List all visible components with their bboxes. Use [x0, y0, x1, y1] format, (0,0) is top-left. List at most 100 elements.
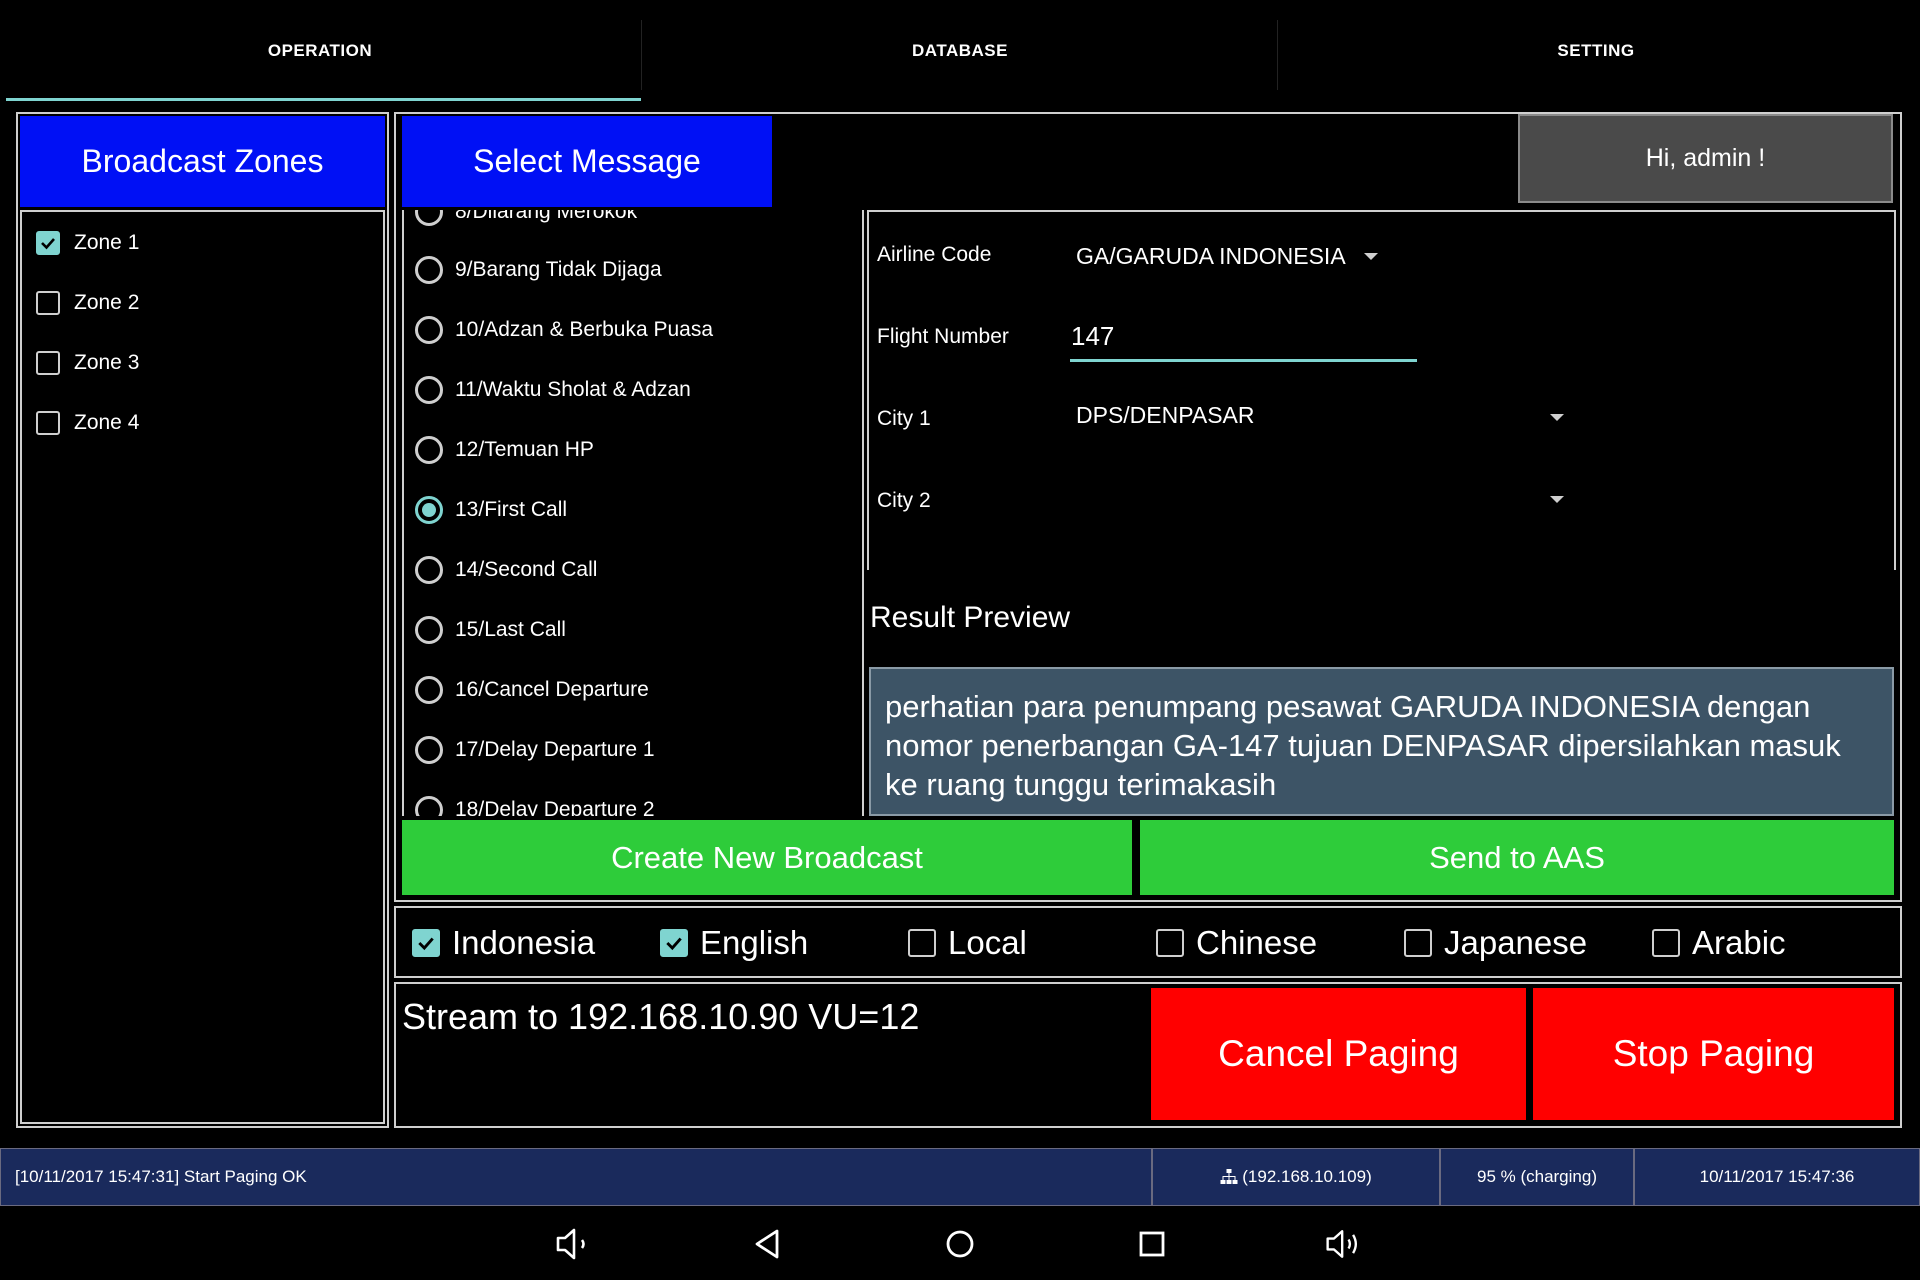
message-label: 18/Delay Departure 2 [455, 798, 655, 816]
radio-icon[interactable] [415, 256, 443, 284]
flight-number-label: Flight Number [877, 325, 1009, 348]
airline-value: GA/GARUDA INDONESIA [1076, 242, 1346, 269]
checkbox-checked-icon[interactable] [36, 231, 60, 255]
zone-item-2[interactable]: Zone 2 [36, 283, 139, 323]
message-list[interactable]: 8/Dilarang Merokok 9/Barang Tidak Dijaga… [402, 210, 864, 816]
user-greeting: Hi, admin ! [1518, 114, 1893, 203]
message-item-18[interactable]: 18/Delay Departure 2 [415, 790, 655, 816]
message-label: 9/Barang Tidak Dijaga [455, 258, 662, 281]
zone-label: Zone 4 [74, 411, 140, 434]
language-japanese[interactable]: Japanese [1404, 918, 1587, 968]
message-label: 13/First Call [455, 498, 568, 521]
message-item-9[interactable]: 9/Barang Tidak Dijaga [415, 250, 662, 290]
checkbox-icon[interactable] [36, 291, 60, 315]
language-label: Japanese [1444, 924, 1588, 961]
network-icon [1220, 1168, 1238, 1186]
stream-status: Stream to 192.168.10.90 VU=12 [402, 996, 920, 1037]
language-arabic[interactable]: Arabic [1652, 918, 1786, 968]
dropdown-arrow-icon [1550, 496, 1564, 503]
city1-label: City 1 [877, 407, 931, 430]
message-item-10[interactable]: 10/Adzan & Berbuka Puasa [415, 310, 713, 350]
message-label: 8/Dilarang Merokok [455, 210, 638, 223]
language-english[interactable]: English [660, 918, 808, 968]
language-local[interactable]: Local [908, 918, 1027, 968]
city2-label: City 2 [877, 489, 931, 512]
send-to-aas-button[interactable]: Send to AAS [1140, 820, 1894, 895]
checkbox-icon[interactable] [1404, 929, 1432, 957]
message-item-13[interactable]: 13/First Call [415, 490, 567, 530]
radio-icon[interactable] [415, 616, 443, 644]
language-label: English [700, 924, 809, 961]
tab-operation[interactable]: OPERATION [0, 0, 640, 102]
radio-icon[interactable] [415, 556, 443, 584]
dropdown-arrow-icon [1363, 252, 1378, 260]
language-label: Indonesia [452, 924, 596, 961]
radio-icon[interactable] [415, 376, 443, 404]
cancel-paging-button[interactable]: Cancel Paging [1151, 988, 1526, 1120]
message-item-14[interactable]: 14/Second Call [415, 550, 597, 590]
tab-setting[interactable]: SETTING [1278, 0, 1914, 102]
result-preview-title: Result Preview [870, 601, 1071, 634]
zones-header: Broadcast Zones [20, 116, 385, 207]
checkbox-checked-icon[interactable] [660, 929, 688, 957]
zone-item-1[interactable]: Zone 1 [36, 223, 139, 263]
status-battery: 95 % (charging) [1440, 1148, 1634, 1206]
language-label: Chinese [1196, 924, 1318, 961]
city1-select[interactable]: DPS/DENPASAR [1076, 402, 1564, 438]
volume-down-icon[interactable] [554, 1224, 594, 1264]
airline-label: Airline Code [877, 243, 992, 266]
status-network: (192.168.10.109) [1152, 1148, 1440, 1206]
message-label: 14/Second Call [455, 558, 598, 581]
status-datetime: 10/11/2017 15:47:36 [1634, 1148, 1920, 1206]
message-item-11[interactable]: 11/Waktu Sholat & Adzan [415, 370, 691, 410]
recents-icon[interactable] [1132, 1224, 1172, 1264]
radio-icon[interactable] [415, 210, 443, 226]
message-item-16[interactable]: 16/Cancel Departure [415, 670, 649, 710]
network-address: (192.168.10.109) [1242, 1167, 1372, 1186]
language-label: Arabic [1692, 924, 1786, 961]
message-item-17[interactable]: 17/Delay Departure 1 [415, 730, 655, 770]
checkbox-icon[interactable] [36, 411, 60, 435]
message-label: 12/Temuan HP [455, 438, 594, 461]
language-label: Local [948, 924, 1027, 961]
home-icon[interactable] [940, 1224, 980, 1264]
zone-item-4[interactable]: Zone 4 [36, 403, 139, 443]
message-label: 11/Waktu Sholat & Adzan [455, 378, 691, 401]
zone-item-3[interactable]: Zone 3 [36, 343, 139, 383]
radio-icon[interactable] [415, 436, 443, 464]
message-item-12[interactable]: 12/Temuan HP [415, 430, 594, 470]
zone-label: Zone 3 [74, 351, 140, 374]
radio-icon[interactable] [415, 736, 443, 764]
radio-icon[interactable] [415, 796, 443, 816]
message-item-8[interactable]: 8/Dilarang Merokok [415, 210, 637, 232]
airline-select[interactable]: GA/GARUDA INDONESIA [1076, 238, 1378, 274]
message-label: 17/Delay Departure 1 [455, 738, 655, 761]
stop-paging-button[interactable]: Stop Paging [1533, 988, 1894, 1120]
zone-label: Zone 1 [74, 231, 140, 254]
flight-number-input[interactable]: 147 [1070, 318, 1417, 362]
volume-up-icon[interactable] [1324, 1224, 1364, 1264]
message-label: 15/Last Call [455, 618, 566, 641]
checkbox-icon[interactable] [36, 351, 60, 375]
checkbox-icon[interactable] [1652, 929, 1680, 957]
status-log-text: [10/11/2017 15:47:31] Start Paging OK [15, 1167, 307, 1186]
language-chinese[interactable]: Chinese [1156, 918, 1317, 968]
city2-select[interactable] [1076, 484, 1564, 520]
create-broadcast-button[interactable]: Create New Broadcast [402, 820, 1132, 895]
language-indonesia[interactable]: Indonesia [412, 918, 595, 968]
city1-value: DPS/DENPASAR [1076, 402, 1255, 428]
back-icon[interactable] [748, 1224, 788, 1264]
datetime-text: 10/11/2017 15:47:36 [1699, 1167, 1855, 1186]
tab-database[interactable]: DATABASE [642, 0, 1278, 102]
checkbox-checked-icon[interactable] [412, 929, 440, 957]
radio-icon[interactable] [415, 676, 443, 704]
battery-text: 95 % (charging) [1476, 1167, 1597, 1186]
radio-selected-icon[interactable] [415, 496, 443, 524]
status-log: [10/11/2017 15:47:31] Start Paging OK [0, 1148, 1152, 1206]
dropdown-arrow-icon [1550, 414, 1564, 421]
message-item-15[interactable]: 15/Last Call [415, 610, 566, 650]
radio-icon[interactable] [415, 316, 443, 344]
checkbox-icon[interactable] [1156, 929, 1184, 957]
checkbox-icon[interactable] [908, 929, 936, 957]
active-tab-indicator [6, 98, 641, 101]
